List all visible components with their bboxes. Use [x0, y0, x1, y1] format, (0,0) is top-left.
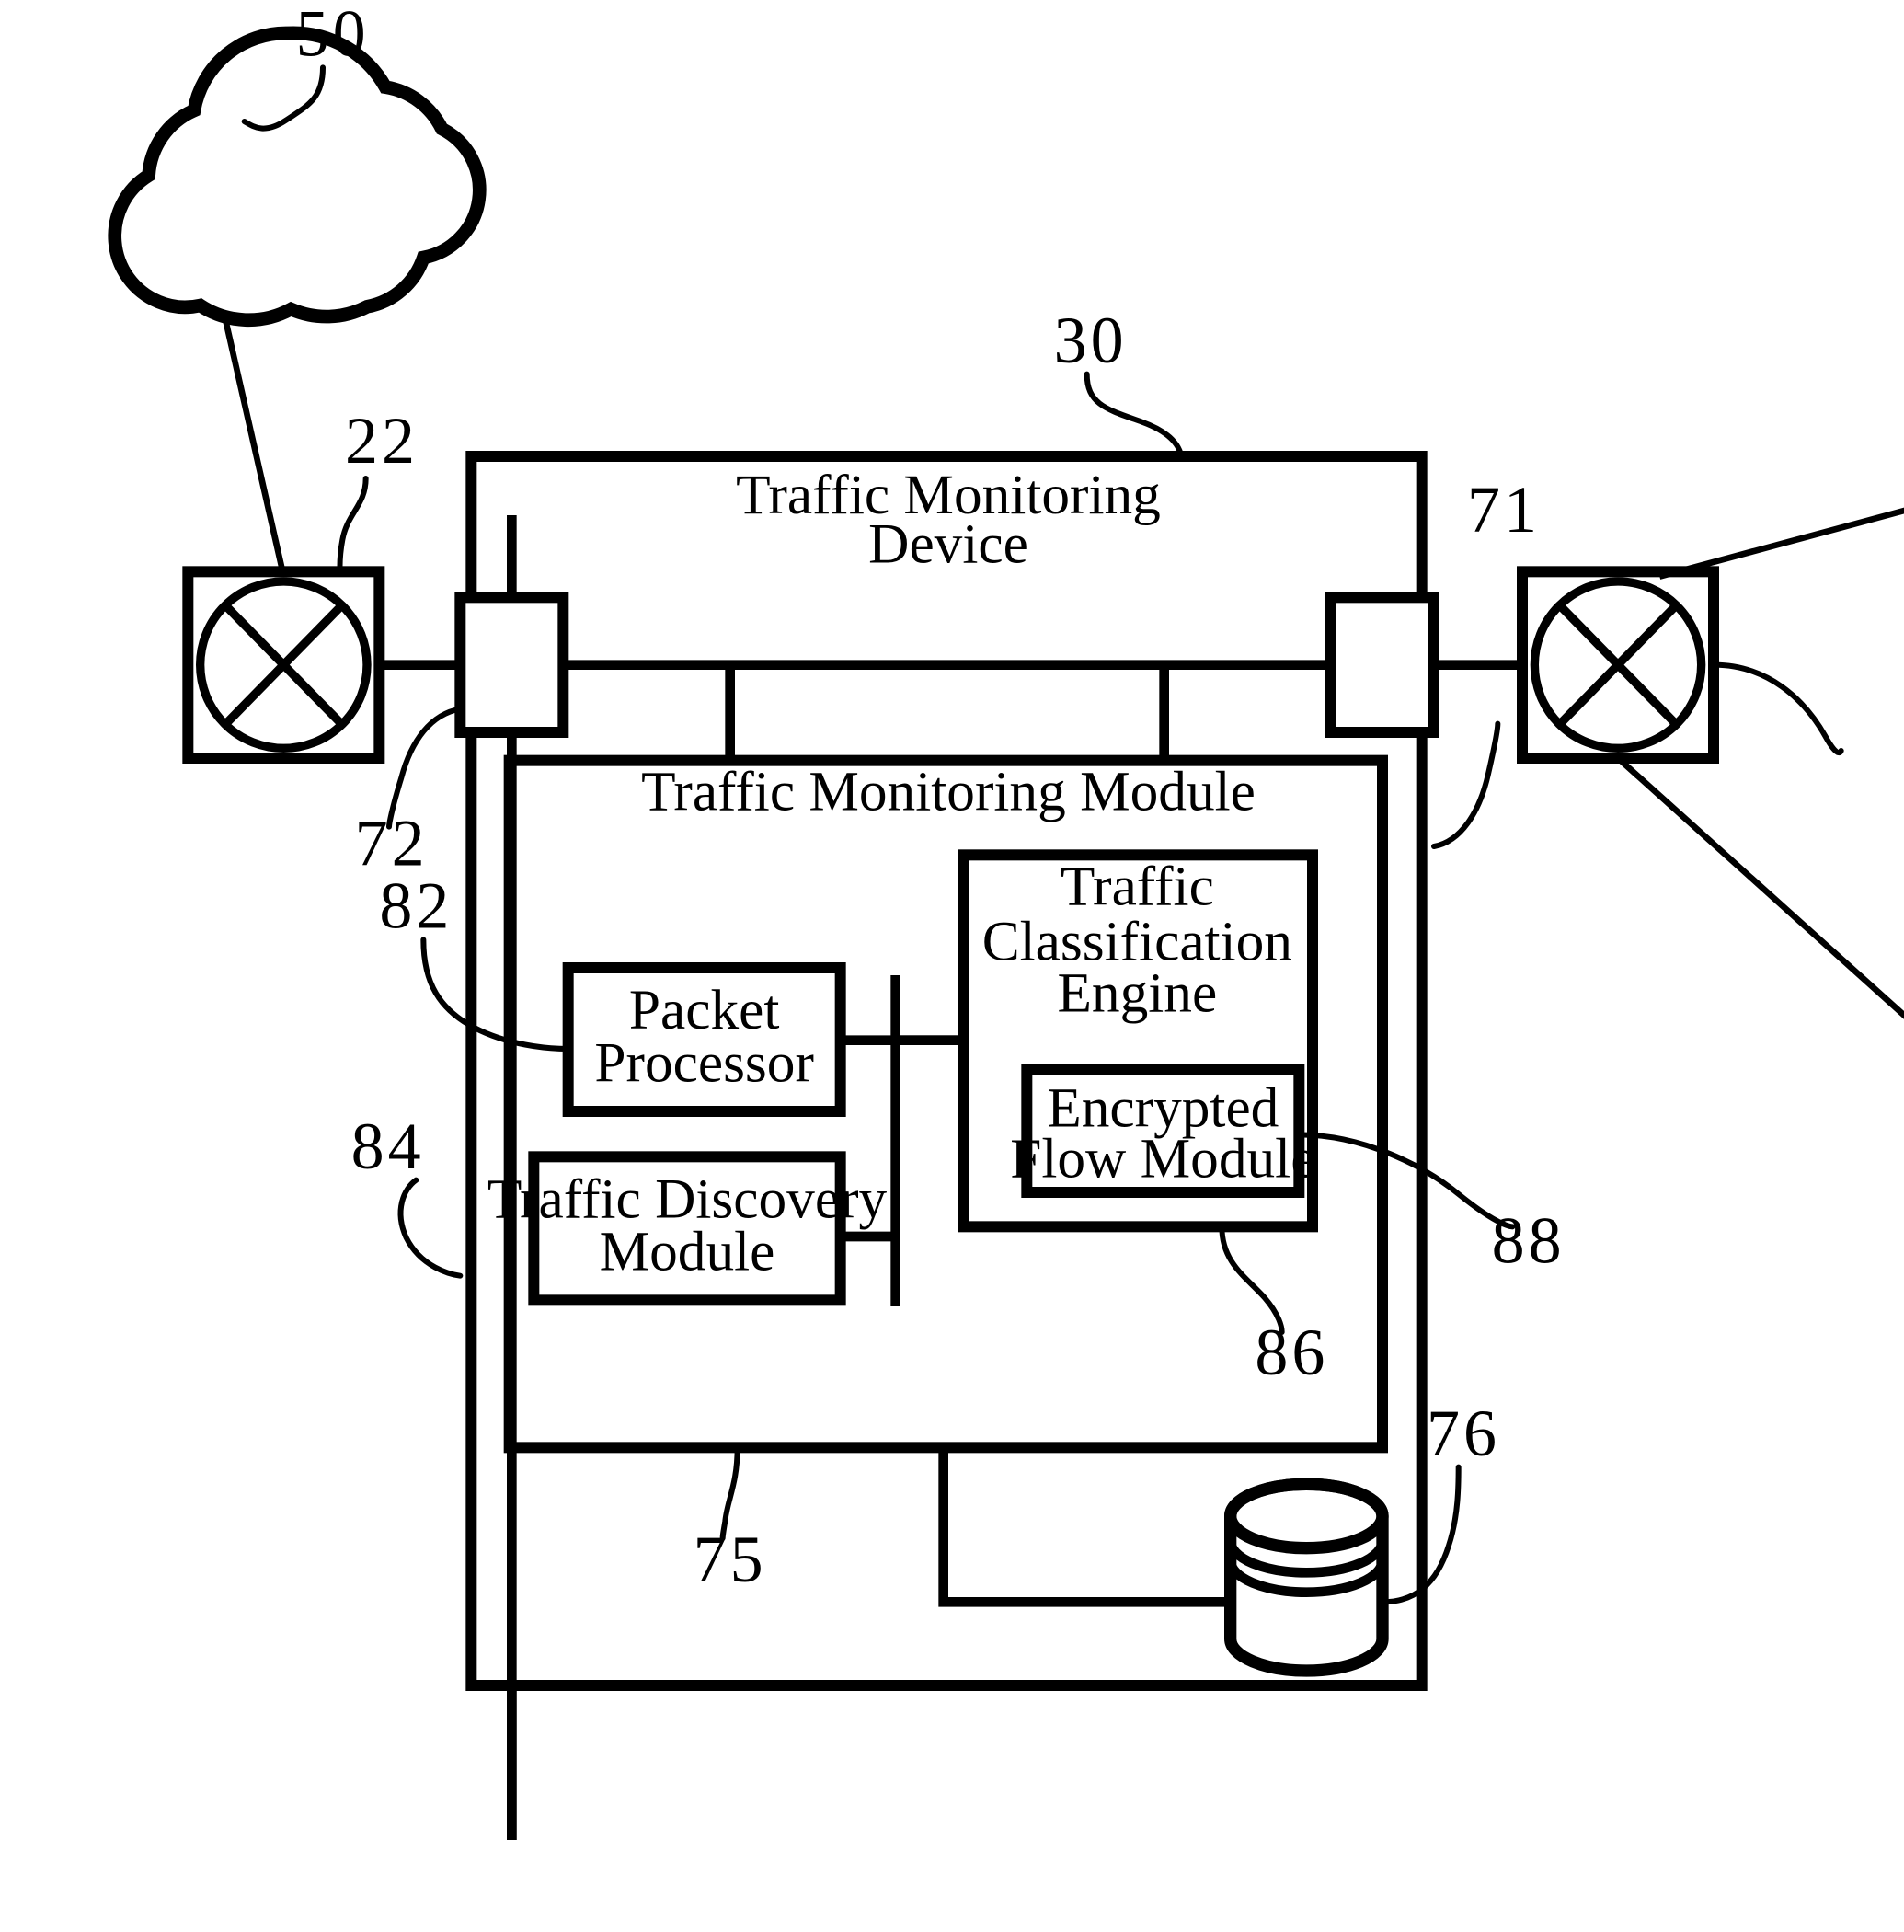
- network-switch-icon-22: [182, 566, 385, 764]
- classification-engine-label-line1: Traffic: [1061, 855, 1214, 917]
- leader-line-88: [1296, 1132, 1516, 1230]
- link-switch41-to-workstation42: [1615, 755, 1904, 1019]
- encrypted-flow-label-line2: Flow Module: [1010, 1127, 1315, 1190]
- ref-numeral-75: 75: [694, 1523, 767, 1596]
- leader-line-22: [337, 476, 369, 577]
- link-module-to-datastore: [938, 1447, 1231, 1607]
- leader-line-50: [241, 64, 326, 132]
- ref-numeral-50: 50: [296, 0, 370, 71]
- ref-numeral-30: 30: [1054, 304, 1128, 377]
- network-cloud-icon: [108, 26, 487, 328]
- ref-numeral-84: 84: [351, 1110, 425, 1183]
- ref-numeral-82: 82: [379, 869, 453, 943]
- traffic-discovery-label-line2: Module: [600, 1221, 775, 1283]
- packet-processor-label-line2: Processor: [594, 1031, 813, 1094]
- diagram-canvas: Traffic Monitoring Device Traffic Monito…: [108, 0, 1904, 1840]
- port-box-71: [1325, 592, 1439, 738]
- device-label-line2: Device: [868, 512, 1028, 575]
- port-box-72: [454, 592, 569, 738]
- datastore-cylinder-icon: [1224, 1478, 1389, 1677]
- ref-numeral-76: 76: [1427, 1397, 1500, 1470]
- leader-line-84: [397, 1177, 464, 1279]
- leader-line-71: [1431, 720, 1501, 849]
- module-label: Traffic Monitoring Module: [641, 761, 1256, 823]
- link-cloud-to-switch22: [222, 316, 292, 599]
- link-server44-to-switch41: [1658, 507, 1904, 580]
- ref-numeral-88: 88: [1492, 1204, 1566, 1278]
- network-switch-icon-41: [1517, 566, 1719, 764]
- patent-figure: Traffic Monitoring Device Traffic Monito…: [0, 0, 1904, 1932]
- leader-line-82: [420, 937, 571, 1052]
- ref-numeral-22: 22: [345, 404, 419, 477]
- leader-line-41: [1711, 661, 1844, 755]
- leader-line-30: [1084, 371, 1185, 459]
- classification-engine-label-line3: Engine: [1057, 961, 1217, 1024]
- ref-numeral-71: 71: [1467, 473, 1541, 546]
- ref-numeral-86: 86: [1255, 1316, 1328, 1389]
